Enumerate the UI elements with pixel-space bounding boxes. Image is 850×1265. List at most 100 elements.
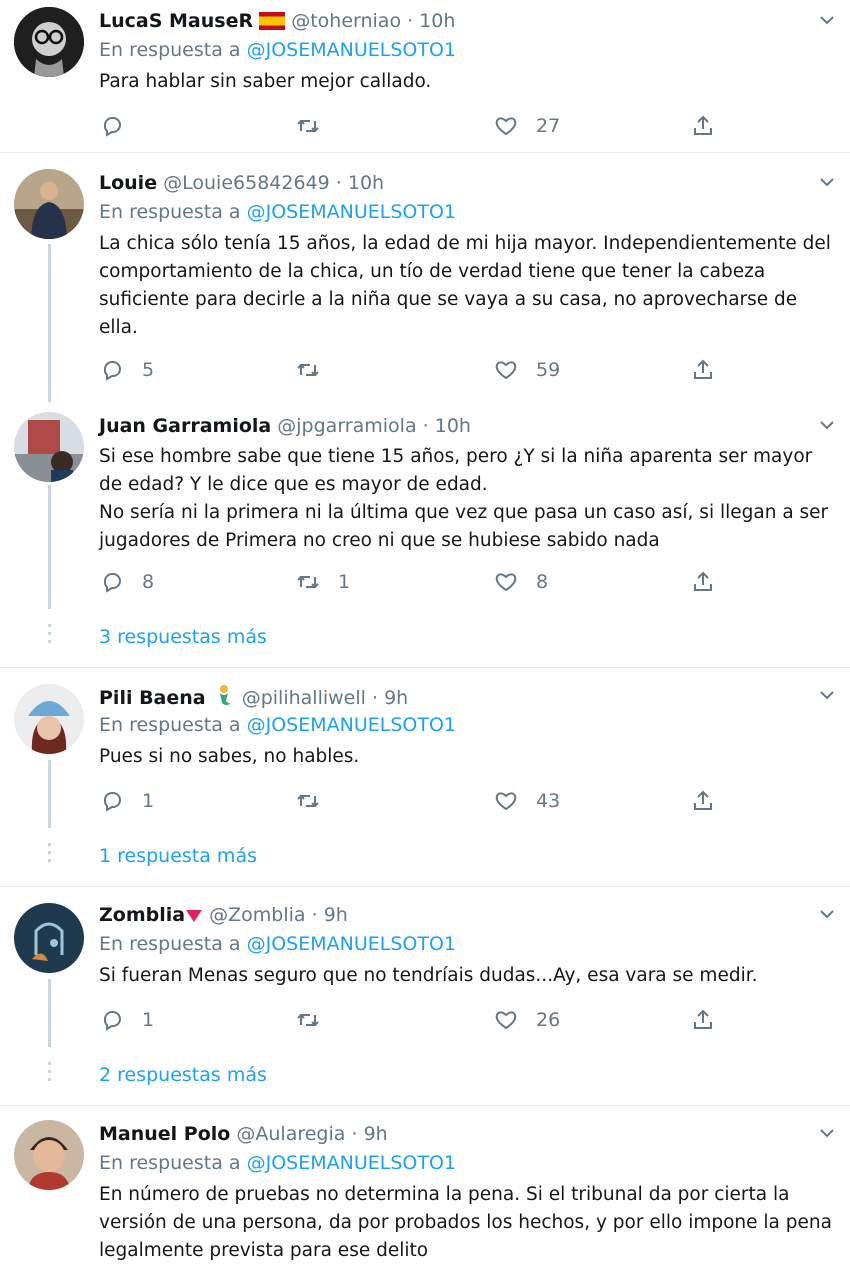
chevron-down-icon[interactable] (817, 415, 837, 435)
reply-icon (103, 573, 121, 593)
retweet-button[interactable] (295, 786, 338, 816)
chevron-down-icon[interactable] (817, 10, 837, 30)
tweet-paragraph: Para hablar sin saber mejor callado. (99, 71, 432, 92)
tweet[interactable]: Zomblia @Zomblia · 9h En respuesta a @JO… (0, 894, 850, 1044)
action-bar: 8 1 8 (99, 567, 739, 597)
mention-link[interactable]: @JOSEMANUELSOTO1 (247, 714, 456, 736)
avatar[interactable] (14, 7, 84, 77)
reply-button[interactable]: 5 (99, 355, 154, 385)
mention-link[interactable]: @JOSEMANUELSOTO1 (247, 39, 456, 61)
display-name[interactable]: Louie (99, 172, 157, 194)
share-button[interactable] (690, 786, 716, 816)
reply-icon (103, 117, 121, 137)
reply-button[interactable] (99, 111, 142, 141)
retweet-button[interactable] (295, 355, 338, 385)
chevron-down-icon[interactable] (817, 685, 837, 705)
like-button[interactable]: 59 (493, 355, 560, 385)
thread-ellipsis (48, 1062, 51, 1086)
retweet-icon (297, 575, 319, 589)
chevron-down-icon[interactable] (817, 172, 837, 192)
heart-icon (495, 361, 517, 380)
avatar[interactable] (14, 1120, 84, 1190)
show-more-replies-link[interactable]: 3 respuestas más (99, 626, 267, 648)
display-name[interactable]: Juan Garramiola (99, 415, 271, 437)
retweet-icon (297, 794, 319, 808)
share-button[interactable] (690, 355, 716, 385)
reply-icon (103, 361, 121, 381)
show-more-replies-link[interactable]: 1 respuesta más (99, 845, 257, 867)
share-button[interactable] (690, 111, 716, 141)
user-handle[interactable]: @Louie65842649 (163, 172, 330, 194)
user-handle[interactable]: @Aularegia (236, 1123, 345, 1145)
heart-icon (495, 792, 517, 811)
display-name[interactable]: Zomblia (99, 904, 185, 926)
tweet-paragraph: Pues si no sabes, no hables. (99, 746, 360, 767)
timestamp[interactable]: 9h (364, 1123, 388, 1145)
share-button[interactable] (690, 1005, 716, 1035)
separator-dot: · (351, 1123, 358, 1145)
reply-context: En respuesta a @JOSEMANUELSOTO1 (99, 712, 456, 738)
tweet[interactable]: Louie @Louie65842649 · 10h En respuesta … (0, 162, 850, 397)
like-count: 59 (536, 359, 561, 381)
like-button[interactable]: 27 (493, 111, 560, 141)
timestamp[interactable]: 10h (419, 10, 455, 32)
like-button[interactable]: 26 (493, 1005, 560, 1035)
timestamp[interactable]: 9h (324, 904, 348, 926)
like-button[interactable]: 43 (493, 786, 560, 816)
retweet-button[interactable]: 1 (295, 567, 350, 597)
avatar[interactable] (14, 412, 84, 482)
display-name[interactable]: LucaS MauseR (99, 10, 253, 32)
chevron-down-icon[interactable] (817, 1123, 837, 1143)
heart-icon (495, 117, 517, 136)
tweet-paragraph: En número de pruebas no determina la pen… (99, 1184, 832, 1261)
thread-line (48, 979, 51, 1047)
chevron-down-icon[interactable] (817, 904, 837, 924)
action-bar: 5 59 (99, 355, 739, 385)
mention-link[interactable]: @JOSEMANUELSOTO1 (247, 1152, 456, 1174)
user-handle[interactable]: @toherniao (291, 10, 401, 32)
mention-link[interactable]: @JOSEMANUELSOTO1 (247, 933, 456, 955)
share-icon (694, 790, 712, 810)
tweet[interactable]: Juan Garramiola @jpgarramiola · 10h Si e… (0, 405, 850, 610)
separator-dot: · (422, 415, 429, 437)
display-name[interactable]: Pili Baena (99, 687, 206, 709)
timestamp[interactable]: 10h (348, 172, 384, 194)
retweet-icon (297, 363, 319, 377)
tweet-text: Para hablar sin saber mejor callado. (99, 68, 834, 96)
like-button[interactable]: 8 (493, 567, 548, 597)
avatar[interactable] (14, 684, 84, 754)
reply-button[interactable]: 8 (99, 567, 154, 597)
reply-button[interactable]: 1 (99, 786, 154, 816)
share-icon (694, 571, 712, 591)
tweet-header: Pili Baena @pilihalliwell · 9h (99, 683, 408, 714)
tweet[interactable]: Manuel Polo @Aularegia · 9h En respuesta… (0, 1113, 850, 1262)
user-handle[interactable]: @pilihalliwell (242, 687, 366, 709)
share-button[interactable] (690, 567, 716, 597)
mention-link[interactable]: @JOSEMANUELSOTO1 (247, 201, 456, 223)
heart-icon (495, 573, 517, 592)
avatar[interactable] (14, 169, 84, 239)
retweet-count: 1 (338, 571, 351, 593)
retweet-button[interactable] (295, 111, 338, 141)
thread-ellipsis (48, 843, 51, 867)
avatar[interactable] (14, 903, 84, 973)
user-handle[interactable]: @Zomblia (209, 904, 305, 926)
like-count: 27 (536, 115, 561, 137)
tweet-text: Si ese hombre sabe que tiene 15 años, pe… (99, 443, 834, 555)
tweet[interactable]: LucaS MauseR @toherniao · 10h En respues… (0, 0, 850, 152)
heart-icon (495, 1011, 517, 1030)
show-more-replies-link[interactable]: 2 respuestas más (99, 1064, 267, 1086)
user-handle[interactable]: @jpgarramiola (277, 415, 416, 437)
display-name[interactable]: Manuel Polo (99, 1123, 230, 1145)
reply-count: 1 (142, 790, 155, 812)
timestamp[interactable]: 10h (435, 415, 471, 437)
tweet-header: Juan Garramiola @jpgarramiola · 10h (99, 413, 471, 439)
separator-dot: · (407, 10, 414, 32)
retweet-button[interactable] (295, 1005, 338, 1035)
tweet-paragraph: No sería ni la primera ni la última que … (99, 502, 829, 551)
tweet-text: Pues si no sabes, no hables. (99, 743, 834, 771)
reply-button[interactable]: 1 (99, 1005, 154, 1035)
divider (0, 152, 850, 153)
timestamp[interactable]: 9h (384, 687, 408, 709)
tweet[interactable]: Pili Baena @pilihalliwell · 9h En respue… (0, 675, 850, 825)
